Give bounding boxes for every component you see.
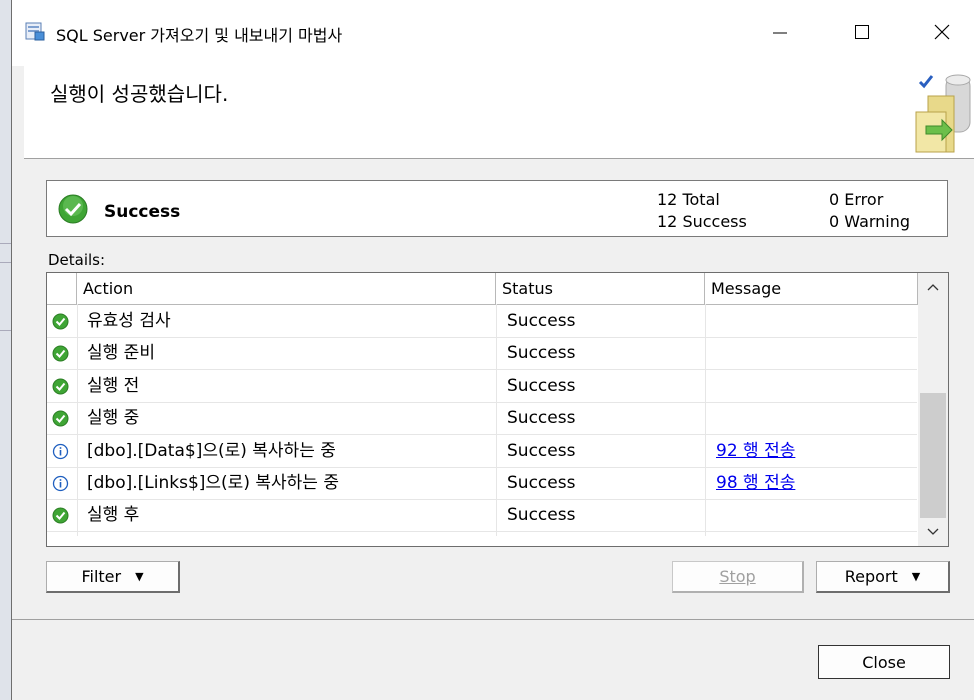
wizard-banner-icon xyxy=(915,74,971,153)
table-row[interactable]: 실행 중 Success xyxy=(47,402,917,436)
column-header-message[interactable]: Message xyxy=(705,273,918,304)
summary-panel: Success 12 Total 12 Success 0 Error 0 Wa… xyxy=(46,180,948,237)
row-status: Success xyxy=(507,408,576,429)
column-header-icon[interactable] xyxy=(47,273,77,304)
row-action: 실행 후 xyxy=(87,505,140,526)
window-title: SQL Server 가져오기 및 내보내기 마법사 xyxy=(56,26,343,45)
dropdown-arrow-icon: ▼ xyxy=(135,570,144,583)
row-action: 실행 전 xyxy=(87,375,140,396)
maximize-button[interactable] xyxy=(839,10,885,54)
report-button-label: Report xyxy=(844,567,898,586)
maximize-icon xyxy=(855,25,869,39)
close-button[interactable]: Close xyxy=(818,645,950,679)
row-action: [dbo].[Links$]으(로) 복사하는 중 xyxy=(87,473,339,493)
filter-button[interactable]: Filter ▼ xyxy=(46,561,180,593)
success-check-icon xyxy=(58,194,88,224)
dropdown-arrow-icon: ▼ xyxy=(911,570,921,583)
row-status: Success xyxy=(507,440,576,461)
table-row[interactable]: 유효성 검사 Success xyxy=(47,305,917,338)
success-check-icon xyxy=(52,313,69,330)
sql-wizard-app-icon xyxy=(25,22,45,41)
table-row[interactable]: 실행 준비 Success xyxy=(47,337,917,371)
chevron-up-icon xyxy=(927,284,939,291)
success-count: 12 Success xyxy=(657,212,747,231)
details-grid[interactable]: Action Status Message 유효성 검사 Success 실행 준비… xyxy=(46,272,949,547)
column-header-status[interactable]: Status xyxy=(496,273,705,304)
footer-divider xyxy=(12,619,974,620)
row-status: Success xyxy=(507,505,576,526)
report-button[interactable]: Report ▼ xyxy=(816,561,950,593)
close-icon xyxy=(934,24,950,40)
success-check-icon xyxy=(52,345,69,362)
row-status: Success xyxy=(507,311,576,331)
success-check-icon xyxy=(52,410,69,427)
success-check-icon xyxy=(52,378,69,395)
grid-header: Action Status Message xyxy=(47,273,919,305)
row-message-link[interactable]: 92 행 전송 xyxy=(716,435,795,467)
scroll-thumb[interactable] xyxy=(920,393,946,518)
table-row[interactable]: 실행 후 Success xyxy=(47,499,917,533)
success-check-icon xyxy=(52,507,69,524)
total-count: 12 Total xyxy=(657,190,720,209)
column-header-action[interactable]: Action xyxy=(77,273,496,304)
row-status: Success xyxy=(507,375,576,396)
warning-count: 0 Warning xyxy=(829,212,911,231)
minimize-button[interactable] xyxy=(757,10,803,54)
filter-button-label: Filter xyxy=(81,567,122,586)
minimize-icon xyxy=(773,32,787,34)
chevron-down-icon xyxy=(927,528,939,535)
info-icon xyxy=(52,475,69,492)
error-count: 0 Error xyxy=(829,190,884,209)
row-status: Success xyxy=(507,343,576,364)
stop-button-label: Stop xyxy=(719,567,756,586)
table-row[interactable]: 실행 전 Success xyxy=(47,370,917,403)
page-title: 실행이 성공했습니다. xyxy=(50,82,229,106)
wizard-header: 실행이 성공했습니다. xyxy=(24,66,974,159)
summary-status: Success xyxy=(104,202,181,222)
row-action: 유효성 검사 xyxy=(87,311,171,331)
close-button-label: Close xyxy=(862,652,906,672)
close-window-button[interactable] xyxy=(919,10,965,54)
title-bar: SQL Server 가져오기 및 내보내기 마법사 xyxy=(12,0,974,66)
table-row[interactable]: [dbo].[Data$]으(로) 복사하는 중 Success 92 행 전송 xyxy=(47,435,917,468)
row-message-link[interactable]: 98 행 전송 xyxy=(716,467,795,499)
row-action: 실행 준비 xyxy=(87,343,155,364)
row-action: [dbo].[Data$]으(로) 복사하는 중 xyxy=(87,440,336,461)
scroll-up-button[interactable] xyxy=(918,273,948,301)
table-row[interactable]: [dbo].[Links$]으(로) 복사하는 중 Success 98 행 전송 xyxy=(47,467,917,500)
vertical-scrollbar[interactable] xyxy=(918,273,948,546)
details-label: Details: xyxy=(48,251,106,269)
wizard-window: SQL Server 가져오기 및 내보내기 마법사 실행이 성공했습니다. S… xyxy=(11,0,974,700)
row-action: 실행 중 xyxy=(87,408,140,429)
row-status: Success xyxy=(507,473,576,493)
scroll-down-button[interactable] xyxy=(918,518,948,546)
info-icon xyxy=(52,443,69,459)
stop-button[interactable]: Stop xyxy=(672,561,804,593)
